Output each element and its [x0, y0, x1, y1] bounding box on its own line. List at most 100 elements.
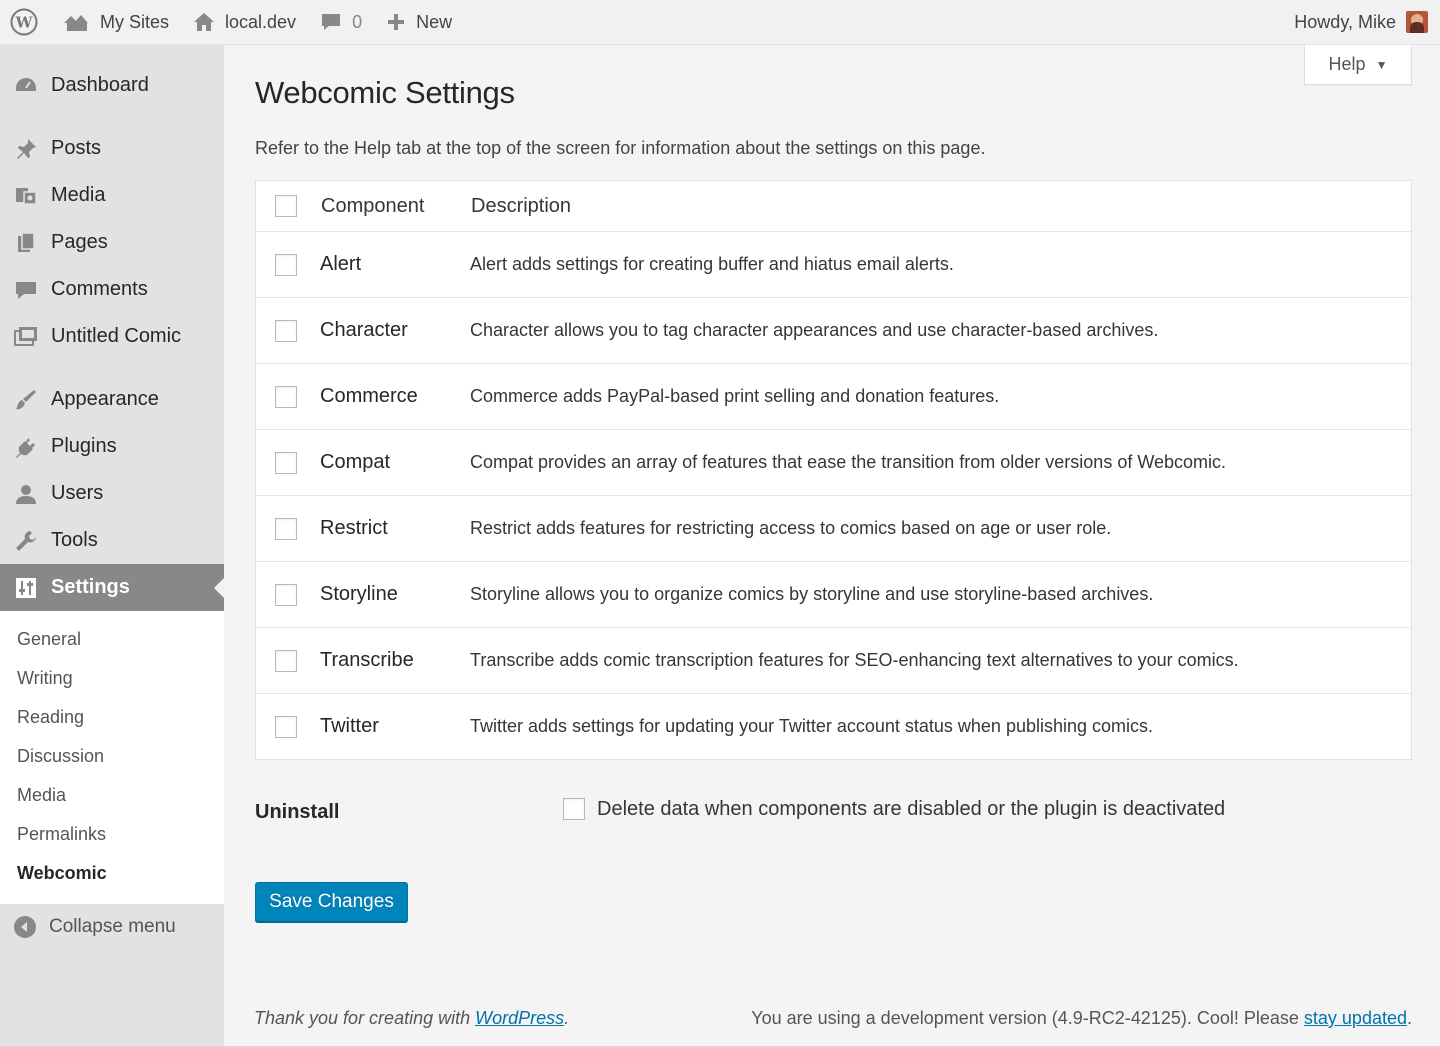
sidebar-item-tools[interactable]: Tools: [0, 517, 224, 564]
plus-icon: [388, 14, 405, 30]
stay-updated-link[interactable]: stay updated: [1304, 1008, 1407, 1028]
table-header: Component Description: [256, 181, 1411, 231]
component-name: Transcribe: [320, 649, 414, 671]
wordpress-link[interactable]: WordPress: [475, 1008, 564, 1028]
howdy-label: Howdy, Mike: [1294, 11, 1396, 32]
sidebar-item-label: Appearance: [51, 388, 159, 410]
sidebar-item-dashboard[interactable]: Dashboard: [0, 62, 224, 109]
table-row: Character Character allows you to tag ch…: [256, 297, 1411, 363]
save-changes-button[interactable]: Save Changes: [255, 882, 408, 922]
component-description: Commerce adds PayPal-based print selling…: [470, 386, 1000, 406]
media-icon: [12, 182, 40, 210]
wrench-icon: [12, 527, 40, 555]
sidebar-item-label: Pages: [51, 231, 108, 253]
footer-thanks: Thank you for creating with WordPress.: [254, 1008, 569, 1029]
component-description: Restrict adds features for restricting a…: [470, 518, 1112, 538]
comments-count: 0: [352, 11, 363, 32]
sliders-icon: [12, 574, 40, 602]
footer-thanks-suffix: .: [564, 1008, 570, 1028]
component-name: Commerce: [320, 385, 418, 407]
component-checkbox-storyline[interactable]: [275, 583, 297, 606]
component-checkbox-commerce[interactable]: [275, 385, 297, 408]
sidebar-item-label: Tools: [51, 529, 98, 551]
my-sites-menu[interactable]: My Sites: [50, 0, 181, 45]
main-content: Help ▼ Webcomic Settings Refer to the He…: [224, 45, 1440, 1046]
table-row: Transcribe Transcribe adds comic transcr…: [256, 627, 1411, 693]
sidebar-item-label: Comments: [51, 278, 148, 300]
components-table: Component Description Alert Alert adds s…: [255, 180, 1412, 760]
my-sites-label: My Sites: [100, 11, 170, 32]
sidebar-item-label: Users: [51, 482, 104, 504]
site-name-menu[interactable]: local.dev: [181, 0, 308, 45]
component-checkbox-alert[interactable]: [275, 253, 297, 276]
component-checkbox-compat[interactable]: [275, 451, 297, 474]
table-row: Compat Compat provides an array of featu…: [256, 429, 1411, 495]
pages-icon: [12, 229, 40, 257]
sidebar-item-label: Dashboard: [51, 74, 149, 96]
help-tab-button[interactable]: Help ▼: [1304, 45, 1412, 85]
sites-icon: [64, 15, 88, 31]
collapse-menu-button[interactable]: Collapse menu: [0, 904, 224, 950]
component-name: Twitter: [320, 715, 379, 737]
component-description: Transcribe adds comic transcription feat…: [470, 650, 1239, 670]
submenu-item-general[interactable]: General: [0, 620, 224, 659]
submenu-item-media[interactable]: Media: [0, 776, 224, 815]
component-checkbox-twitter[interactable]: [275, 715, 297, 738]
my-account-menu[interactable]: Howdy, Mike: [1294, 0, 1428, 45]
admin-sidebar: Dashboard Posts Media Pages Comments Unt…: [0, 45, 224, 1046]
users-icon: [12, 480, 40, 508]
sidebar-item-posts[interactable]: Posts: [0, 125, 224, 172]
component-name: Compat: [320, 451, 391, 473]
component-name: Storyline: [320, 583, 398, 605]
sidebar-item-settings[interactable]: Settings: [0, 564, 224, 611]
page-description: Refer to the Help tab at the top of the …: [255, 138, 986, 158]
submenu-item-reading[interactable]: Reading: [0, 698, 224, 737]
sidebar-item-media[interactable]: Media: [0, 172, 224, 219]
submenu-item-discussion[interactable]: Discussion: [0, 737, 224, 776]
new-content-menu[interactable]: New: [374, 0, 464, 45]
footer-version-suffix: .: [1406, 1008, 1412, 1028]
home-icon: [194, 13, 215, 31]
footer-thanks-text: Thank you for creating with: [254, 1008, 476, 1028]
submenu-item-permalinks[interactable]: Permalinks: [0, 815, 224, 854]
uninstall-checkbox[interactable]: [563, 798, 585, 820]
component-checkbox-transcribe[interactable]: [275, 649, 297, 672]
table-row: Storyline Storyline allows you to organi…: [256, 561, 1411, 627]
comment-icon: [12, 276, 40, 304]
uninstall-label: Uninstall: [255, 801, 340, 823]
component-name: Character: [320, 319, 408, 341]
table-row: Alert Alert adds settings for creating b…: [256, 231, 1411, 297]
sidebar-item-users[interactable]: Users: [0, 470, 224, 517]
sidebar-item-comments[interactable]: Comments: [0, 266, 224, 313]
uninstall-option-label[interactable]: Delete data when components are disabled…: [597, 798, 1225, 821]
wordpress-logo-button[interactable]: W: [0, 0, 50, 45]
help-label: Help: [1328, 54, 1366, 74]
component-description: Storyline allows you to organize comics …: [470, 584, 1154, 604]
table-row: Twitter Twitter adds settings for updati…: [256, 693, 1411, 759]
sidebar-item-appearance[interactable]: Appearance: [0, 376, 224, 423]
sidebar-item-untitled-comic[interactable]: Untitled Comic: [0, 313, 224, 360]
component-name: Restrict: [320, 517, 388, 539]
component-description: Character allows you to tag character ap…: [470, 320, 1159, 340]
comments-menu[interactable]: 0: [308, 0, 374, 45]
component-checkbox-restrict[interactable]: [275, 517, 297, 540]
admin-bar: W My Sites local.dev 0 New Howdy, Mike: [0, 0, 1440, 45]
avatar: [1406, 11, 1428, 33]
settings-submenu: General Writing Reading Discussion Media…: [0, 611, 224, 904]
column-header-description: Description: [471, 194, 572, 217]
sidebar-item-plugins[interactable]: Plugins: [0, 423, 224, 470]
component-description: Twitter adds settings for updating your …: [470, 716, 1154, 736]
sidebar-item-pages[interactable]: Pages: [0, 219, 224, 266]
caret-down-icon: ▼: [1375, 57, 1388, 72]
sidebar-item-label: Media: [51, 184, 106, 206]
submenu-item-webcomic[interactable]: Webcomic: [0, 854, 224, 893]
select-all-checkbox[interactable]: [275, 195, 297, 217]
comic-icon: [12, 323, 40, 351]
sidebar-item-label: Plugins: [51, 435, 117, 457]
new-label: New: [416, 11, 453, 32]
footer-version: You are using a development version (4.9…: [751, 1008, 1412, 1029]
footer-version-text: You are using a development version (4.9…: [751, 1008, 1304, 1028]
component-checkbox-character[interactable]: [275, 319, 297, 342]
component-description: Alert adds settings for creating buffer …: [470, 254, 954, 274]
submenu-item-writing[interactable]: Writing: [0, 659, 224, 698]
